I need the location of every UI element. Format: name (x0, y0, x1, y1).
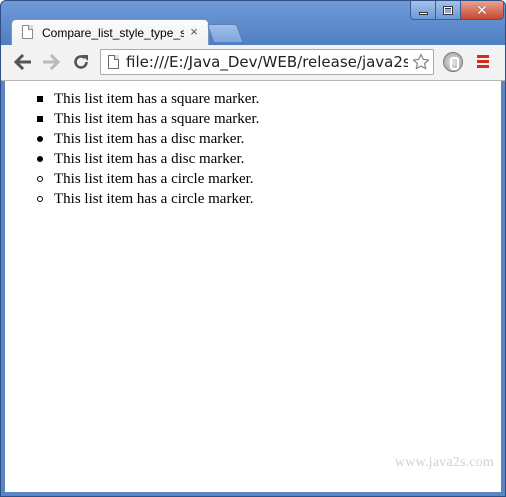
list-item: This list item has a disc marker. (5, 149, 259, 169)
square-marker-icon (37, 116, 43, 122)
list-item: This list item has a disc marker. (5, 129, 259, 149)
marker-list: This list item has a square marker. This… (5, 89, 259, 209)
address-bar[interactable] (100, 49, 434, 75)
tab-close-icon[interactable]: × (187, 23, 201, 41)
forward-button[interactable] (41, 51, 63, 73)
list-item-text: This list item has a disc marker. (54, 151, 245, 167)
bookmark-star-button[interactable] (410, 51, 432, 73)
list-item-text: This list item has a circle marker. (54, 191, 254, 207)
reload-button[interactable] (70, 51, 92, 73)
reload-icon (74, 55, 88, 69)
hamburger-menu-icon (477, 65, 489, 68)
disc-marker-icon (37, 156, 43, 162)
url-input[interactable] (126, 51, 408, 73)
square-marker-icon (37, 96, 43, 102)
browser-window: Compare_list_style_type_s × ✕ file:///E:… (0, 0, 506, 497)
minimize-icon (418, 11, 428, 15)
watermark: www.java2s.com (394, 455, 494, 470)
list-item: This list item has a square marker. (5, 109, 259, 129)
list-item: This list item has a circle marker. (5, 189, 259, 209)
back-arrow-icon (13, 54, 31, 70)
list-item-text: This list item has a square marker. (54, 91, 260, 107)
circle-marker-icon (37, 176, 43, 182)
bookmark-star-icon (412, 53, 430, 70)
list-item-text: This list item has a circle marker. (54, 171, 254, 187)
maximize-icon (443, 5, 453, 15)
page-icon (108, 55, 119, 69)
extension-icon[interactable] (443, 52, 463, 72)
page-icon (22, 25, 33, 39)
tab-active[interactable]: Compare_list_style_type_s × (11, 19, 209, 46)
hamburger-menu-icon (477, 60, 489, 63)
hamburger-menu-icon (477, 55, 489, 58)
list-item-text: This list item has a square marker. (54, 111, 260, 127)
tab-title: Compare_list_style_type_s (42, 26, 184, 40)
page-viewport: This list item has a square marker. This… (5, 81, 501, 492)
disc-marker-icon (37, 136, 43, 142)
list-item: This list item has a square marker. (5, 89, 259, 109)
list-item-text: This list item has a disc marker. (54, 131, 245, 147)
toolbar (1, 45, 505, 81)
circle-marker-icon (37, 196, 43, 202)
close-icon: ✕ (476, 2, 488, 18)
list-item: This list item has a circle marker. (5, 169, 259, 189)
maximize-button[interactable] (435, 1, 461, 20)
title-bar: Compare_list_style_type_s × ✕ (1, 1, 505, 46)
close-window-button[interactable]: ✕ (460, 1, 504, 20)
menu-button[interactable] (475, 54, 491, 70)
forward-arrow-icon (43, 54, 61, 70)
minimize-button[interactable] (410, 1, 436, 20)
new-tab-button[interactable] (206, 24, 244, 42)
back-button[interactable] (11, 51, 33, 73)
